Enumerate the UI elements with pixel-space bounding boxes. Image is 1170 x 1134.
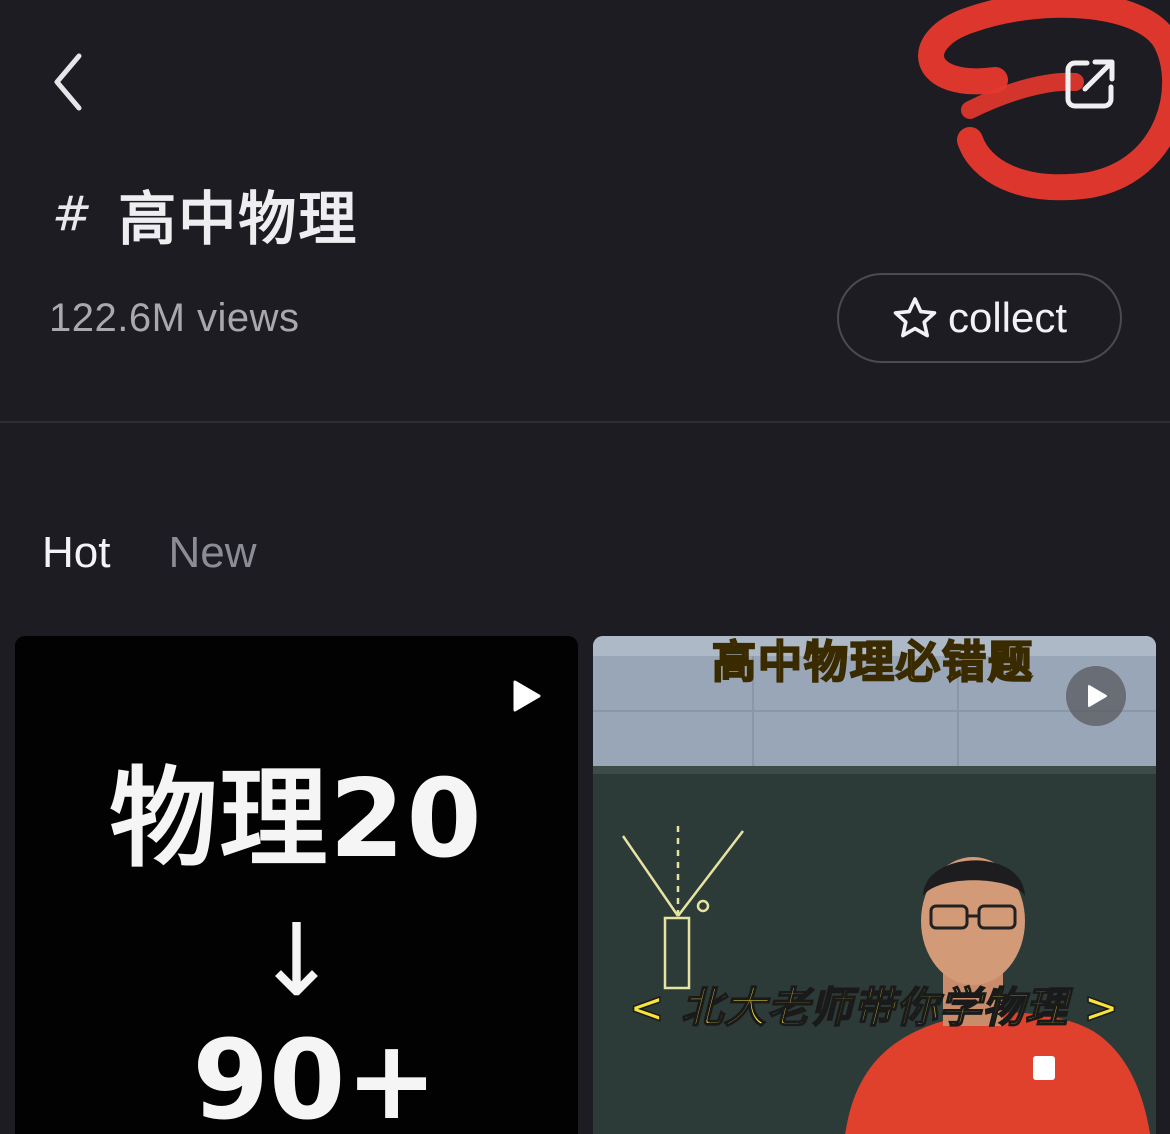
play-icon (513, 680, 541, 712)
cover-top-text: 高中物理必错题 (711, 636, 1034, 689)
tab-hot[interactable]: Hot (42, 528, 110, 578)
back-button[interactable] (38, 44, 98, 120)
cover-arrow: ↓ (254, 902, 339, 1019)
tab-new[interactable]: New (168, 528, 256, 578)
share-external-icon (1065, 59, 1115, 109)
share-button[interactable] (1052, 46, 1128, 122)
section-divider (0, 421, 1170, 423)
collect-label: collect (947, 294, 1068, 341)
video-card-2[interactable]: 高中物理必错题 < 北大老师带你学物理 > (593, 636, 1156, 1134)
red-circle-annotation (918, 0, 1170, 201)
collect-button[interactable]: collect (837, 273, 1122, 363)
chevron-left-icon (54, 53, 82, 111)
cover-text-bottom: 90+ (192, 1016, 438, 1134)
topic-title: 高中物理 (118, 185, 359, 253)
cover-caption: < 北大老师带你学物理 > (628, 982, 1120, 1033)
sort-tabs: Hot New (42, 528, 257, 578)
video-card-1[interactable]: 物理20 ↓ 90+ (15, 636, 578, 1134)
hashtag-symbol: # (52, 186, 93, 242)
topic-title-row: # 高中物理 (52, 174, 358, 254)
cover-text-top: 物理20 (109, 757, 484, 882)
star-outline-icon (893, 297, 937, 338)
topic-page: # 高中物理 122.6M views collect Hot New 物理20… (0, 0, 1170, 1134)
play-circle-icon (1066, 666, 1126, 726)
view-count: 122.6M views (49, 296, 300, 340)
